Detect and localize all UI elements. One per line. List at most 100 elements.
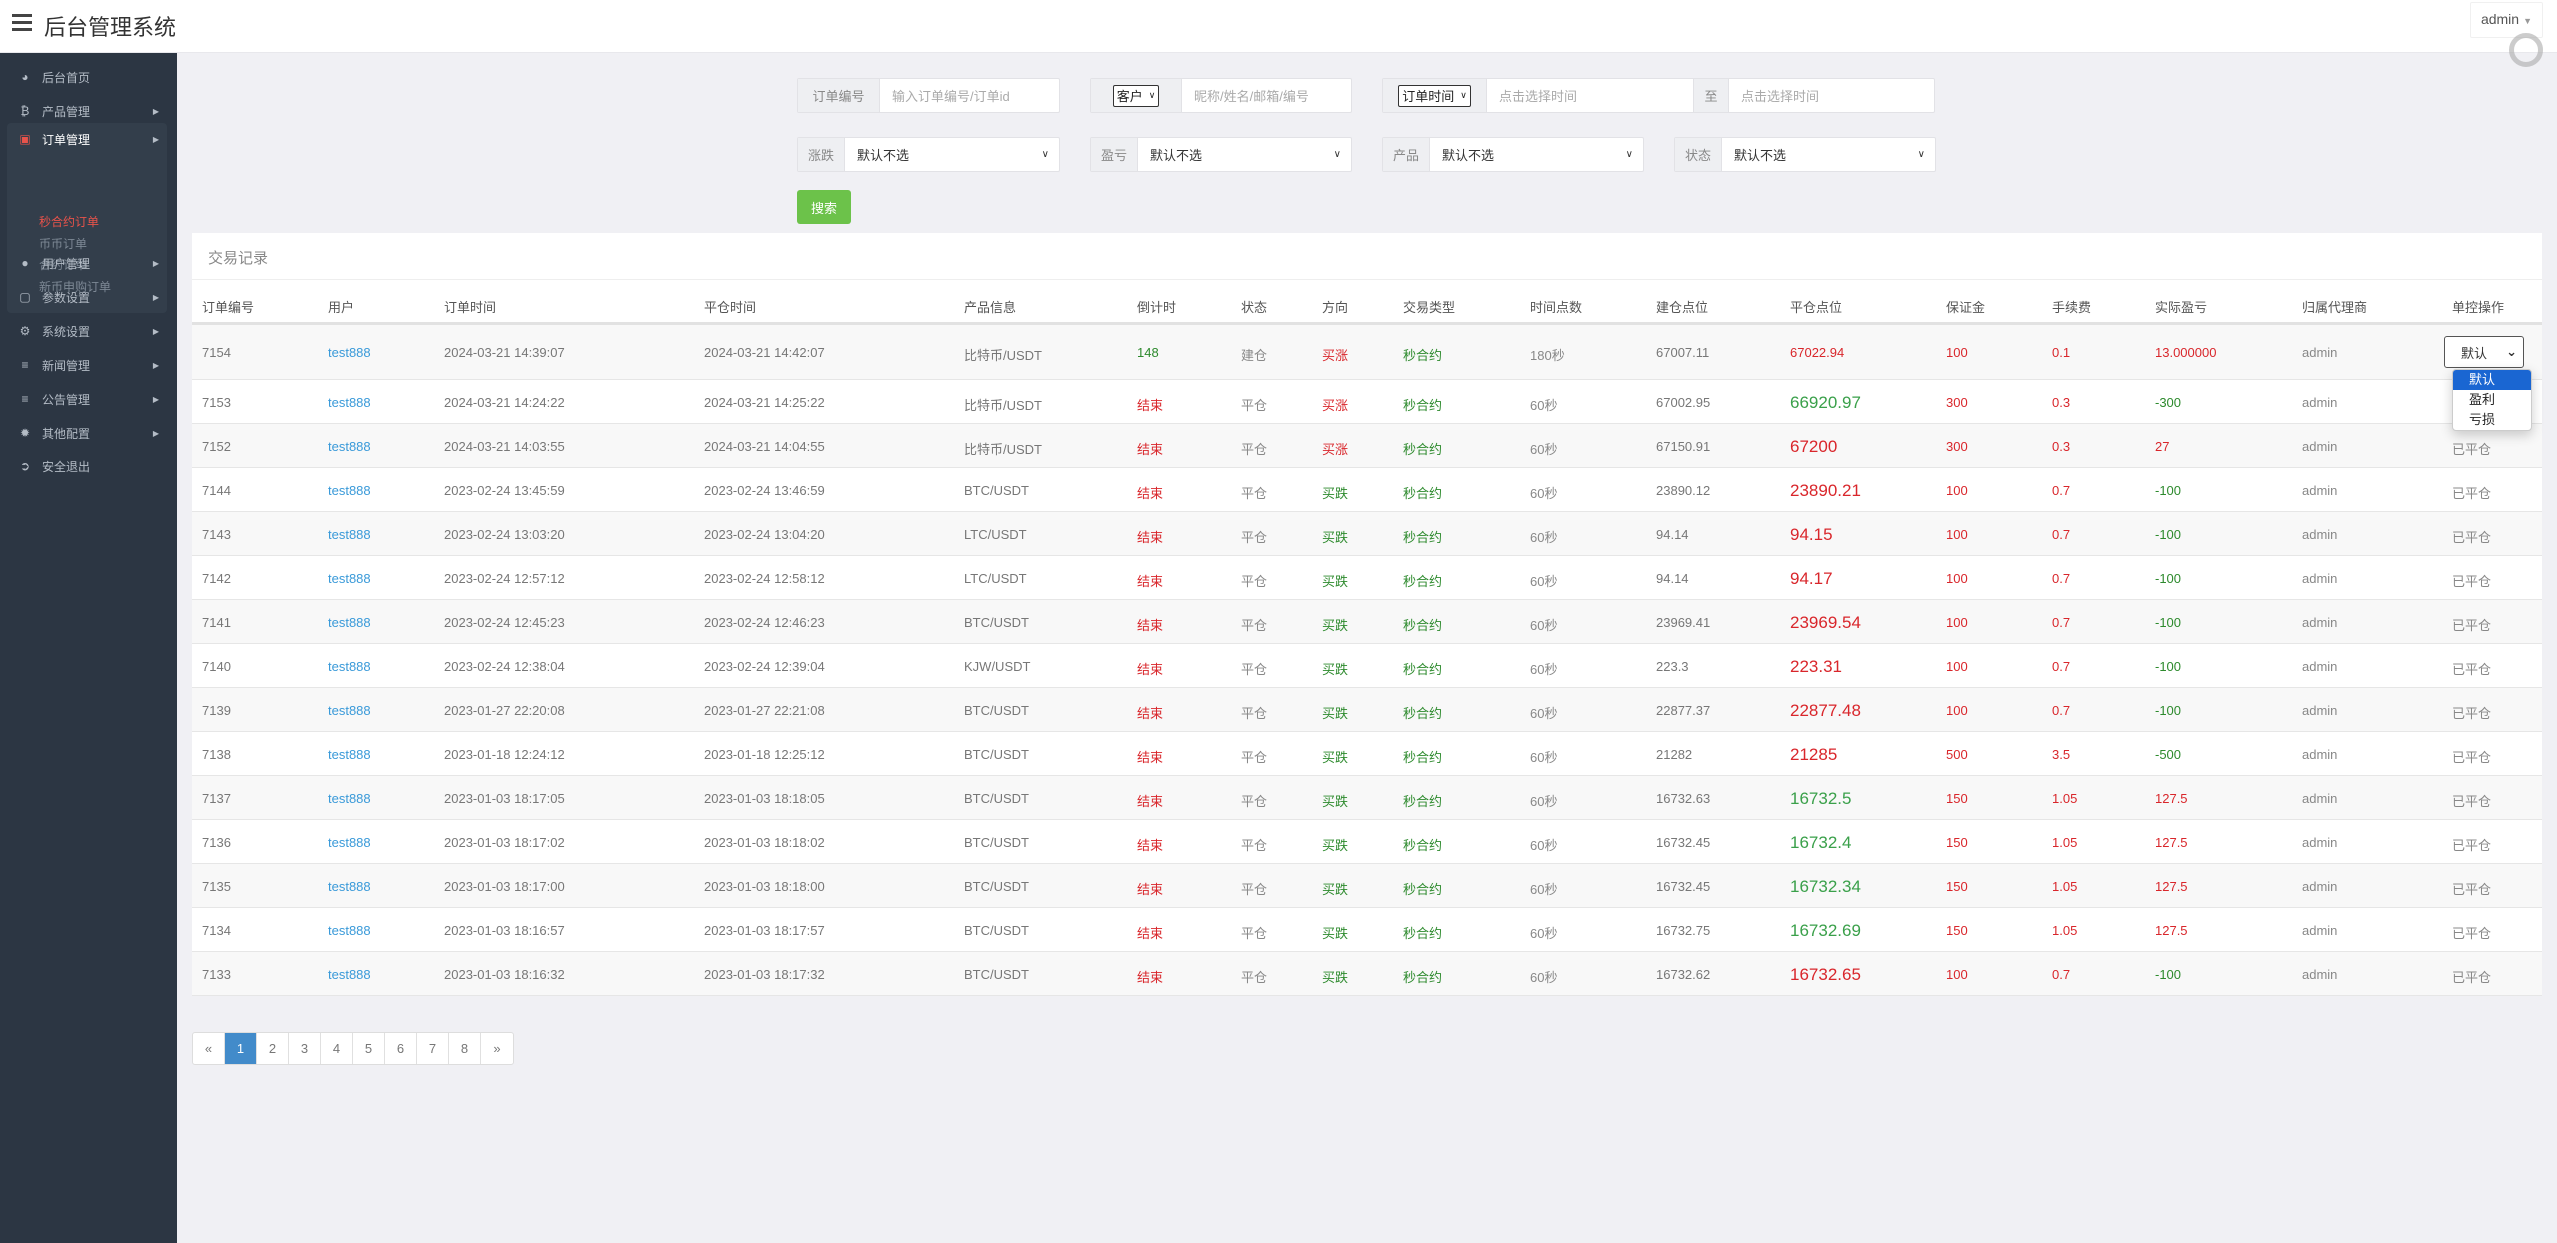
op-control-select[interactable]: 默认 ⌄ bbox=[2444, 336, 2524, 368]
sidebar-item[interactable]: ➲ 安全退出 bbox=[0, 446, 177, 486]
user-link[interactable]: test888 bbox=[328, 879, 371, 894]
user-link[interactable]: test888 bbox=[328, 659, 371, 674]
profit-select[interactable]: 默认不选 ∨ bbox=[1138, 138, 1351, 171]
duration: 60秒 bbox=[1530, 529, 1558, 545]
search-button[interactable]: 搜索 bbox=[797, 190, 851, 224]
user-link[interactable]: test888 bbox=[328, 923, 371, 938]
user-link[interactable]: test888 bbox=[328, 483, 371, 498]
user-link[interactable]: test888 bbox=[328, 703, 371, 718]
table-row: 7140 test888 2023-02-24 12:38:04 2023-02-24… bbox=[192, 644, 2542, 688]
countdown: 结束 bbox=[1137, 573, 1164, 589]
time-select-wrap: 订单时间 ∨ bbox=[1383, 79, 1487, 112]
start-time-input[interactable]: 点击选择时间 bbox=[1487, 79, 1693, 112]
fee: 0.7 bbox=[2052, 658, 2071, 674]
agent: admin bbox=[2302, 570, 2338, 586]
sidebar-item[interactable]: ₿ 产品管理 ▶ bbox=[0, 91, 177, 131]
app-title: 后台管理系统 bbox=[44, 15, 177, 40]
user-link[interactable]: test888 bbox=[328, 571, 371, 586]
page-button[interactable]: 1 bbox=[225, 1033, 257, 1064]
user-link[interactable]: test888 bbox=[328, 791, 371, 806]
column-header: 时间点数 bbox=[1530, 300, 1583, 315]
open-price: 94.14 bbox=[1656, 526, 1689, 542]
status: 平仓 bbox=[1241, 573, 1268, 589]
op-select-value: 默认 bbox=[2461, 345, 2488, 361]
trade-type: 秒合约 bbox=[1403, 749, 1443, 765]
margin: 100 bbox=[1946, 345, 1968, 360]
order-time: 2023-01-03 18:17:00 bbox=[444, 878, 565, 894]
sidebar-item-label: 产品管理 bbox=[42, 104, 91, 119]
customer-type-select[interactable]: 客户 ∨ bbox=[1112, 84, 1160, 107]
fee: 0.7 bbox=[2052, 966, 2071, 982]
dropdown-option[interactable]: 盈利 bbox=[2453, 390, 2531, 410]
page-button[interactable]: 4 bbox=[321, 1033, 353, 1064]
op-status: 已平仓 bbox=[2452, 529, 2492, 545]
status: 平仓 bbox=[1241, 441, 1268, 457]
open-price: 16732.62 bbox=[1656, 966, 1711, 982]
dropdown-option[interactable]: 亏损 bbox=[2453, 410, 2531, 430]
user-link[interactable]: test888 bbox=[328, 345, 371, 360]
next-page-button[interactable]: » bbox=[481, 1033, 513, 1064]
direction: 买跌 bbox=[1322, 529, 1349, 545]
status-select[interactable]: 默认不选 ∨ bbox=[1722, 138, 1935, 171]
actual-pnl: -100 bbox=[2155, 614, 2182, 630]
page-button[interactable]: 2 bbox=[257, 1033, 289, 1064]
sidebar-subitem[interactable]: 秒合约订单 bbox=[39, 213, 99, 230]
close-time: 2023-01-27 22:21:08 bbox=[704, 702, 825, 718]
direction: 买涨 bbox=[1322, 397, 1349, 413]
agent: admin bbox=[2302, 702, 2338, 718]
open-price: 23890.12 bbox=[1656, 482, 1711, 498]
agent: admin bbox=[2302, 746, 2338, 762]
actual-pnl: -300 bbox=[2155, 394, 2182, 410]
gears-icon: ⚙ bbox=[19, 324, 31, 338]
table-row: 7154 test888 2024-03-21 14:39:07 2024-03-21… bbox=[192, 325, 2542, 380]
product-info: 比特币/USDT bbox=[964, 348, 1043, 363]
time-type-select[interactable]: 订单时间 ∨ bbox=[1398, 84, 1471, 107]
order-id: 7154 bbox=[202, 345, 231, 360]
actual-pnl: -100 bbox=[2155, 702, 2182, 718]
open-price: 16732.75 bbox=[1656, 922, 1711, 938]
op-status: 已平仓 bbox=[2452, 969, 2492, 985]
page-button[interactable]: 6 bbox=[385, 1033, 417, 1064]
agent: admin bbox=[2302, 878, 2338, 894]
page-button[interactable]: 7 bbox=[417, 1033, 449, 1064]
table-header: 订单编号 用户 订单时间 平仓时间 产品信息 倒计时 状态 方向 交易类型 时间点数 建仓点位 平仓点… bbox=[192, 283, 2542, 325]
user-link[interactable]: test888 bbox=[328, 967, 371, 982]
dropdown-option[interactable]: 默认 bbox=[2453, 370, 2531, 390]
fee: 1.05 bbox=[2052, 790, 2078, 806]
order-id: 7136 bbox=[202, 834, 231, 850]
trade-type: 秒合约 bbox=[1403, 969, 1443, 985]
page-button[interactable]: 8 bbox=[449, 1033, 481, 1064]
trade-type: 秒合约 bbox=[1403, 705, 1443, 721]
hamburger-menu-icon[interactable] bbox=[12, 14, 32, 31]
time-select-value: 订单时间 bbox=[1402, 89, 1455, 104]
agent: admin bbox=[2302, 658, 2338, 674]
user-link[interactable]: test888 bbox=[328, 395, 371, 410]
user-link[interactable]: test888 bbox=[328, 439, 371, 454]
page-button[interactable]: 5 bbox=[353, 1033, 385, 1064]
close-price: 16732.69 bbox=[1790, 920, 1861, 940]
table-row: 7139 test888 2023-01-27 22:20:08 2023-01-27… bbox=[192, 688, 2542, 732]
close-time: 2023-02-24 13:04:20 bbox=[704, 526, 825, 542]
order-time: 2023-01-03 18:17:02 bbox=[444, 834, 565, 850]
rise-fall-filter: 涨跌 默认不选 ∨ bbox=[797, 137, 1060, 172]
order-number-input[interactable]: 输入订单编号/订单id bbox=[880, 79, 1059, 112]
product-info: BTC/USDT bbox=[964, 702, 1029, 718]
customer-input[interactable]: 昵称/姓名/邮箱/编号 bbox=[1182, 79, 1351, 112]
user-link[interactable]: test888 bbox=[328, 747, 371, 762]
user-link[interactable]: test888 bbox=[328, 615, 371, 630]
rise-fall-select[interactable]: 默认不选 ∨ bbox=[845, 138, 1059, 171]
product-select[interactable]: 默认不选 ∨ bbox=[1430, 138, 1643, 171]
column-header: 交易类型 bbox=[1403, 300, 1456, 315]
prev-page-button[interactable]: « bbox=[193, 1033, 225, 1064]
margin: 300 bbox=[1946, 438, 1968, 454]
page-button[interactable]: 3 bbox=[289, 1033, 321, 1064]
op-status: 已平仓 bbox=[2452, 573, 2492, 589]
end-time-input[interactable]: 点击选择时间 bbox=[1729, 79, 1934, 112]
product-label: 产品 bbox=[1383, 138, 1430, 171]
user-menu[interactable]: admin ▼ bbox=[2469, 2, 2543, 38]
user-link[interactable]: test888 bbox=[328, 527, 371, 542]
op-status: 已平仓 bbox=[2452, 441, 2492, 457]
order-id: 7133 bbox=[202, 966, 231, 982]
user-link[interactable]: test888 bbox=[328, 835, 371, 850]
agent: admin bbox=[2302, 345, 2338, 360]
